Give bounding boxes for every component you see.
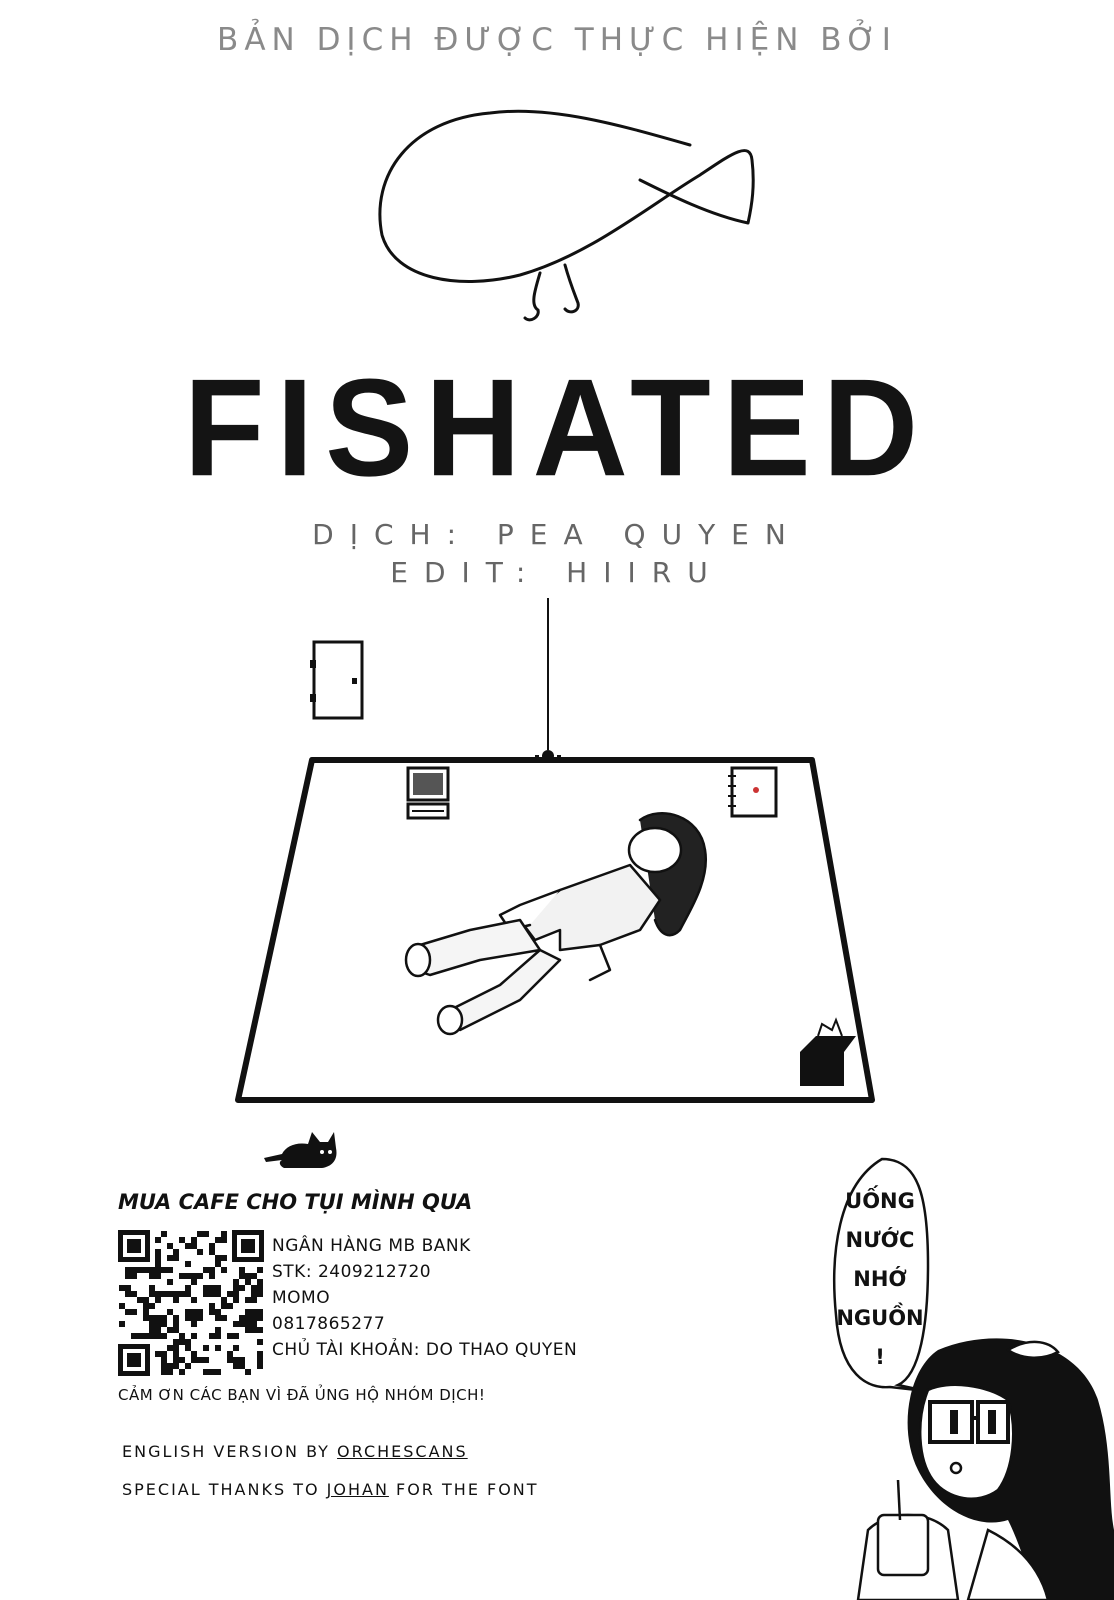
font-credit-prefix: SPECIAL THANKS TO — [122, 1480, 327, 1499]
donate-title: MUA CAFE CHO TỤI MÌNH QUA — [118, 1190, 473, 1214]
translator-credit: DỊCH: PEA QUYEN — [312, 518, 802, 551]
editor-credit: EDIT: HIIRU — [390, 556, 724, 589]
cat-icon — [264, 1132, 337, 1168]
header-translation-credit: BẢN DỊCH ĐƯỢC THỰC HIỆN BỞI — [217, 22, 897, 58]
room-scene — [235, 598, 875, 1103]
bubble-line-3: NHỚ — [853, 1267, 907, 1291]
orchescans-link[interactable]: ORCHESCANS — [337, 1442, 468, 1461]
computer-icon — [406, 766, 450, 820]
wallet-number: 0817865277 — [272, 1314, 386, 1334]
girl-with-glasses-illustration — [856, 1338, 1114, 1600]
door-icon — [310, 640, 364, 720]
title: FISHATED — [183, 350, 931, 505]
english-version-label: ENGLISH VERSION BY — [122, 1442, 338, 1461]
account-number: STK: 2409212720 — [272, 1262, 432, 1282]
bank-info: NGÂN HÀNG MB BANK STK: 2409212720 MOMO 0… — [272, 1233, 577, 1363]
bank-name: NGÂN HÀNG MB BANK — [272, 1236, 471, 1256]
font-credit-suffix: FOR THE FONT — [388, 1480, 539, 1499]
english-version-credit: ENGLISH VERSION BY ORCHESCANS — [122, 1442, 468, 1461]
notebook-icon — [728, 766, 778, 818]
bubble-line-2: NƯỚC — [845, 1228, 915, 1252]
qr-code[interactable] — [118, 1230, 264, 1376]
font-credit: SPECIAL THANKS TO JOHAN FOR THE FONT — [122, 1480, 539, 1499]
fish-logo-icon — [378, 109, 755, 322]
account-holder: CHỦ TÀI KHOẢN: DO THAO QUYEN — [272, 1340, 578, 1360]
wallet-name: MOMO — [272, 1288, 331, 1308]
bubble-line-1: UỐNG — [845, 1189, 915, 1213]
johan-link[interactable]: JOHAN — [327, 1480, 389, 1499]
thanks-message: CẢM ƠN CÁC BẠN VÌ ĐÃ ỦNG HỘ NHÓM DỊCH! — [118, 1386, 486, 1404]
